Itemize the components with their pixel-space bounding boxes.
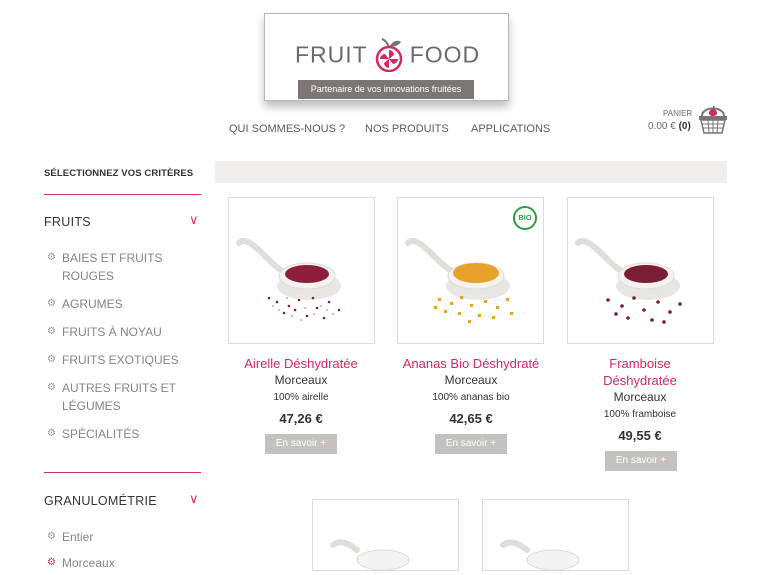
filter-group-granulometry[interactable]: GRANULOMÉTRIE <box>44 494 157 508</box>
logo-word-food: FOOD <box>409 41 481 68</box>
gear-icon: ⚙ <box>47 252 56 263</box>
product-composition: 100% ananas bio <box>432 392 510 403</box>
product-name-line: Déshydratée <box>603 373 677 388</box>
gear-icon: ⚙ <box>47 298 56 309</box>
cart-total[interactable]: 0.00 € (0) <box>648 121 691 132</box>
product-form: Morceaux <box>274 373 328 387</box>
learn-more-button[interactable]: En savoir + <box>435 434 507 454</box>
gear-icon: ⚙ <box>47 428 56 439</box>
site-logo[interactable]: FRUIT FOOD Partenaire de vos innovations… <box>264 13 509 101</box>
product-price: 42,65 € <box>449 411 493 426</box>
product-price: 47,26 € <box>279 411 323 426</box>
logo-tagline: Partenaire de vos innovations fruitées <box>298 80 474 99</box>
product-name[interactable]: Ananas Bio Déshydraté <box>396 355 546 372</box>
learn-more-button[interactable]: En savoir + <box>265 434 337 454</box>
product-image[interactable] <box>312 499 459 571</box>
product-image[interactable] <box>567 197 714 344</box>
bio-badge-icon: BIO <box>513 206 537 230</box>
cart-total-amount: 0.00 € <box>648 121 676 132</box>
criteria-title: SÉLECTIONNEZ VOS CRITÈRES <box>44 168 194 179</box>
product-form: Morceaux <box>613 390 667 404</box>
cart-label[interactable]: PANIER <box>663 109 692 118</box>
product-price: 49,55 € <box>618 428 662 443</box>
product-name-line: Framboise <box>609 356 671 371</box>
nav-item-about[interactable]: QUI SOMMES-NOUS ? <box>229 123 345 135</box>
sort-bar <box>215 161 727 183</box>
filter-item-specialties[interactable]: ⚙ SPÉCIALITÉS <box>47 425 187 443</box>
filter-item-stone-fruits[interactable]: ⚙ FRUITS À NOYAU <box>47 323 187 341</box>
nav-item-applications[interactable]: APPLICATIONS <box>471 123 550 135</box>
filter-item-berries[interactable]: ⚙ BAIES ET FRUITS ROUGES <box>47 249 187 285</box>
product-name[interactable]: Framboise Déshydratée <box>566 355 714 389</box>
divider <box>44 472 201 473</box>
product-form: Morceaux <box>444 373 498 387</box>
filter-item-pieces[interactable]: ⚙ Morceaux <box>47 554 187 572</box>
gear-icon: ⚙ <box>47 354 56 365</box>
chevron-down-icon[interactable]: ∨ <box>189 212 199 228</box>
apple-flower-icon <box>375 38 402 72</box>
gear-icon: ⚙ <box>47 531 56 542</box>
filter-item-other[interactable]: ⚙ AUTRES FRUITS ET LÉGUMES <box>47 379 187 415</box>
logo-wordmark: FRUIT FOOD <box>295 38 480 72</box>
filter-item-whole[interactable]: ⚙ Entier <box>47 528 187 546</box>
product-name[interactable]: Airelle Déshydratée <box>227 355 375 372</box>
basket-icon[interactable] <box>697 102 729 136</box>
nav-item-products[interactable]: NOS PRODUITS <box>365 123 449 135</box>
product-composition: 100% airelle <box>273 392 329 403</box>
gear-icon: ⚙ <box>47 557 56 568</box>
filter-item-citrus[interactable]: ⚙ AGRUMES <box>47 295 187 313</box>
chevron-down-icon[interactable]: ∨ <box>189 491 199 507</box>
product-composition: 100% framboise <box>603 409 677 420</box>
gear-icon: ⚙ <box>47 326 56 337</box>
cart-count: (0) <box>678 121 691 132</box>
gear-icon: ⚙ <box>47 382 56 393</box>
divider <box>44 194 201 195</box>
filter-item-exotic[interactable]: ⚙ FRUITS EXOTIQUES <box>47 351 187 369</box>
learn-more-button[interactable]: En savoir + <box>605 451 677 471</box>
logo-word-fruit: FRUIT <box>295 41 368 68</box>
product-image[interactable] <box>482 499 629 571</box>
filter-group-fruits[interactable]: FRUITS <box>44 215 91 229</box>
product-image[interactable] <box>228 197 375 344</box>
